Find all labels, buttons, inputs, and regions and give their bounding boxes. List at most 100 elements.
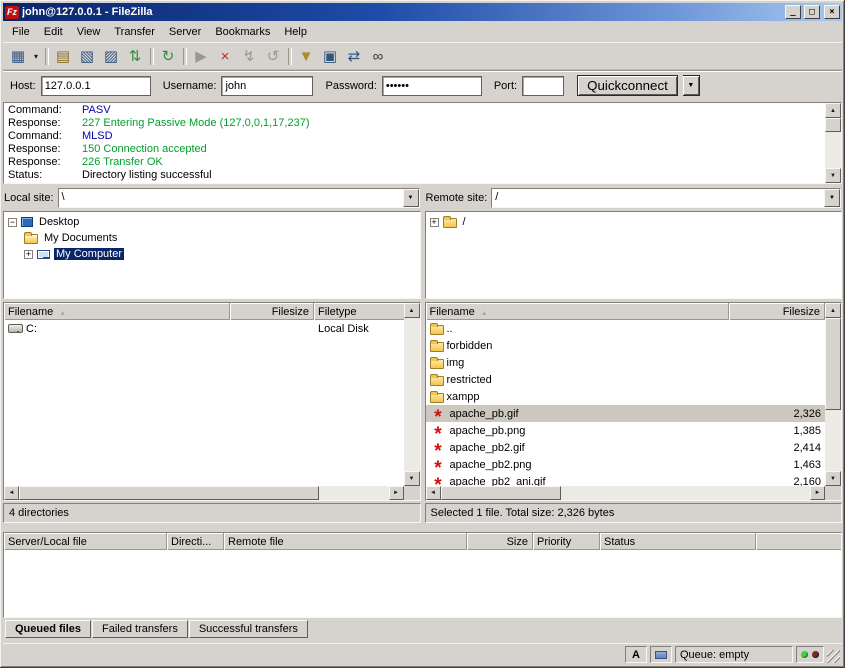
site-manager-button[interactable]: ▦: [6, 45, 30, 69]
menu-item[interactable]: Bookmarks: [208, 24, 277, 40]
port-label: Port:: [494, 80, 517, 92]
username-input[interactable]: [221, 76, 313, 96]
scroll-up-icon[interactable]: ▲: [404, 303, 420, 318]
find-files-button[interactable]: ∞: [366, 45, 390, 69]
scroll-down-icon[interactable]: ▼: [825, 168, 841, 183]
process-queue-button[interactable]: ▶: [189, 45, 213, 69]
file-row[interactable]: forbidden: [426, 337, 826, 354]
local-tree-icon: ▧: [80, 49, 94, 64]
scrollbar-thumb[interactable]: [825, 318, 841, 410]
tree-item[interactable]: Desktop: [4, 214, 420, 230]
column-header[interactable]: Server/Local file: [4, 533, 167, 550]
remote-tree-toggle[interactable]: ▨: [99, 45, 123, 69]
synchronized-browsing-button[interactable]: ⇄: [342, 45, 366, 69]
maximize-button[interactable]: □: [804, 5, 820, 19]
chevron-down-icon[interactable]: ▼: [824, 189, 840, 207]
column-header[interactable]: Filename: [426, 303, 730, 320]
expander-icon[interactable]: [430, 218, 439, 227]
scroll-up-icon[interactable]: ▲: [825, 303, 841, 318]
menu-item[interactable]: Server: [162, 24, 208, 40]
file-row[interactable]: xampp: [426, 388, 826, 405]
log-line: Response:227 Entering Passive Mode (127,…: [8, 117, 823, 130]
minimize-button[interactable]: _: [785, 5, 801, 19]
folder-icon: [430, 393, 444, 403]
expander-icon[interactable]: [24, 250, 33, 259]
password-input[interactable]: [382, 76, 482, 96]
scroll-down-icon[interactable]: ▼: [404, 471, 420, 486]
menu-item[interactable]: Edit: [37, 24, 70, 40]
tree-item[interactable]: My Computer: [4, 246, 420, 262]
column-header[interactable]: Filesize: [729, 303, 825, 320]
cancel-button[interactable]: ×: [213, 45, 237, 69]
column-header[interactable]: Status: [600, 533, 756, 550]
scrollbar-thumb[interactable]: [825, 118, 841, 132]
column-header[interactable]: Filesize: [230, 303, 314, 320]
menu-item[interactable]: View: [70, 24, 108, 40]
site-manager-dropdown[interactable]: ▾: [30, 45, 42, 69]
chevron-down-icon: ▼: [687, 82, 694, 89]
file-row[interactable]: apache_pb2_ani.gif 2,160: [426, 473, 826, 486]
queue-tab[interactable]: Queued files: [5, 620, 91, 638]
keyboard-indicator: [650, 646, 672, 663]
reconnect-button[interactable]: ↺: [261, 45, 285, 69]
message-log-toggle[interactable]: ▤: [51, 45, 75, 69]
menu-item[interactable]: Help: [277, 24, 314, 40]
chevron-down-icon[interactable]: ▼: [403, 189, 419, 207]
filter-button[interactable]: ▼: [294, 45, 318, 69]
log-line: Status:Directory listing successful: [8, 169, 823, 182]
column-header[interactable]: Size: [467, 533, 533, 550]
directory-comparison-button[interactable]: ▣: [318, 45, 342, 69]
scroll-right-icon[interactable]: ►: [389, 486, 404, 500]
scrollbar-thumb[interactable]: [441, 486, 561, 500]
column-header[interactable]: Filetype: [314, 303, 406, 320]
filter-icon: ▼: [299, 49, 314, 64]
file-row[interactable]: img: [426, 354, 826, 371]
queue-toggle[interactable]: ⇅: [123, 45, 147, 69]
file-row[interactable]: apache_pb2.gif 2,414: [426, 439, 826, 456]
scroll-left-icon[interactable]: ◄: [4, 486, 19, 500]
refresh-button[interactable]: ↻: [156, 45, 180, 69]
scroll-right-icon[interactable]: ►: [810, 486, 825, 500]
local-vertical-scrollbar[interactable]: ▲ ▼: [404, 303, 420, 486]
column-header[interactable]: Directi...: [167, 533, 224, 550]
file-row[interactable]: apache_pb.gif 2,326: [426, 405, 826, 422]
scroll-left-icon[interactable]: ◄: [426, 486, 441, 500]
file-row[interactable]: apache_pb2.png 1,463: [426, 456, 826, 473]
local-horizontal-scrollbar[interactable]: ◄ ►: [4, 486, 404, 500]
local-site-combo[interactable]: \ ▼: [58, 188, 420, 208]
column-header[interactable]: Priority: [533, 533, 600, 550]
column-header[interactable]: Remote file: [224, 533, 467, 550]
scroll-down-icon[interactable]: ▼: [825, 471, 841, 486]
log-scrollbar[interactable]: ▲ ▼: [825, 103, 841, 183]
tree-item[interactable]: My Documents: [4, 230, 420, 246]
scrollbar-thumb[interactable]: [19, 486, 319, 500]
quickconnect-dropdown[interactable]: ▼: [683, 75, 700, 96]
file-row[interactable]: restricted: [426, 371, 826, 388]
quickconnect-button[interactable]: Quickconnect: [577, 75, 678, 96]
tree-label: /: [461, 216, 468, 228]
remote-site-combo[interactable]: / ▼: [491, 188, 841, 208]
column-header[interactable]: Filename: [4, 303, 230, 320]
file-row[interactable]: ..: [426, 320, 826, 337]
close-button[interactable]: ×: [824, 5, 840, 19]
queue-tab[interactable]: Successful transfers: [189, 620, 308, 638]
local-tree-toggle[interactable]: ▧: [75, 45, 99, 69]
disconnect-button[interactable]: ↯: [237, 45, 261, 69]
remote-vertical-scrollbar[interactable]: ▲ ▼: [825, 303, 841, 486]
menu-item[interactable]: Transfer: [107, 24, 162, 40]
tree-item[interactable]: /: [426, 214, 842, 230]
file-row[interactable]: C: Local Disk: [4, 320, 404, 337]
column-header[interactable]: [756, 533, 841, 550]
local-site-label: Local site:: [4, 192, 54, 204]
reconnect-icon: ↺: [267, 49, 280, 64]
queue-tab[interactable]: Failed transfers: [92, 620, 188, 638]
port-input[interactable]: [522, 76, 564, 96]
remote-horizontal-scrollbar[interactable]: ◄ ►: [426, 486, 826, 500]
scroll-up-icon[interactable]: ▲: [825, 103, 841, 118]
menu-item[interactable]: File: [5, 24, 37, 40]
file-row[interactable]: apache_pb.png 1,385: [426, 422, 826, 439]
host-input[interactable]: [41, 76, 151, 96]
expander-icon[interactable]: [8, 218, 17, 227]
resize-grip[interactable]: [827, 650, 840, 663]
folder-icon: [430, 359, 444, 369]
